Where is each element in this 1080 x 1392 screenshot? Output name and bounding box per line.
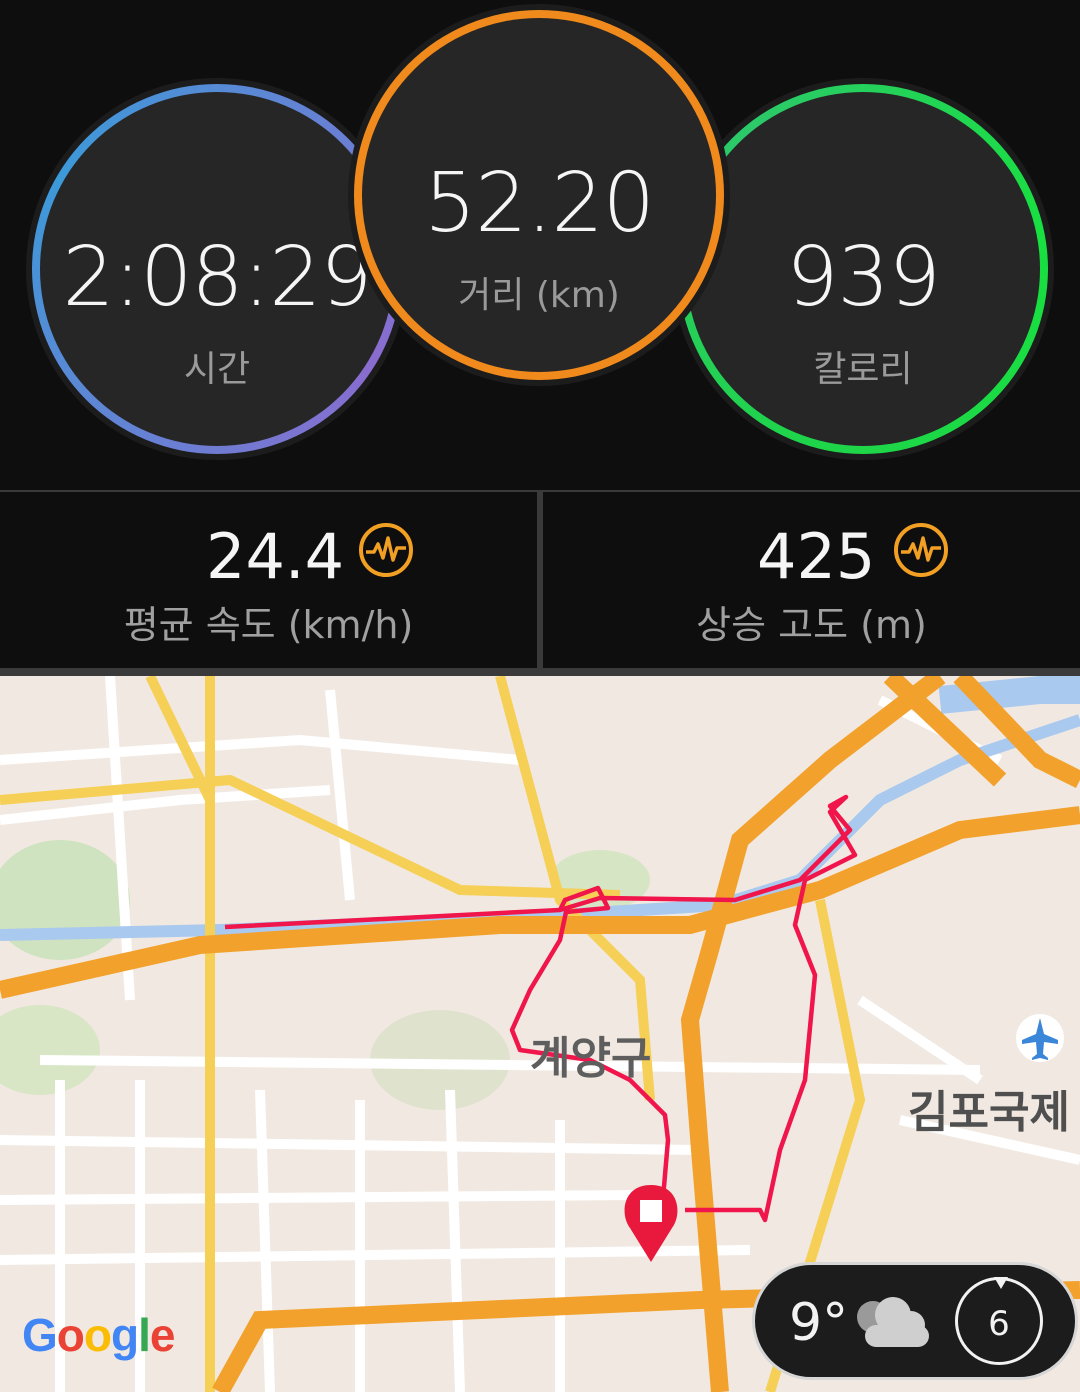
stats-row: 24.4 평균 속도 (km/h) 425 상승 고도 (m) <box>0 490 1080 670</box>
distance-label: 거리 (km) <box>458 275 620 316</box>
avg-speed-value: 24.4 <box>206 520 345 593</box>
uv-pointer-icon <box>994 1277 1008 1289</box>
map-separator <box>0 668 1080 676</box>
calories-value: 939 <box>786 230 941 325</box>
airport-icon <box>1016 1014 1064 1062</box>
airport-label: 김포국제 <box>908 1087 1070 1138</box>
google-attribution: Google <box>22 1309 175 1361</box>
temperature-value: 9° <box>789 1293 849 1353</box>
uv-index-dial: 6 <box>955 1277 1043 1365</box>
time-ring: 2:08:29 시간 <box>32 84 402 454</box>
district-label: 계양구 <box>530 1033 652 1084</box>
cloud-icon <box>857 1297 929 1347</box>
elevation-gain-stat[interactable]: 425 상승 고도 (m) <box>543 492 1080 670</box>
avg-speed-label: 평균 속도 (km/h) <box>123 603 414 647</box>
uv-index-value: 6 <box>988 1304 1010 1344</box>
calories-ring: 939 칼로리 <box>678 84 1048 454</box>
weather-widget[interactable]: 9° 6 <box>752 1262 1078 1380</box>
route-path <box>224 794 858 1223</box>
activity-summary-panel: 2:08:29 시간 939 칼로리 52.20 거리 (km) <box>0 0 1080 490</box>
avg-speed-stat[interactable]: 24.4 평균 속도 (km/h) <box>0 492 537 670</box>
distance-value: 52.20 <box>424 156 655 251</box>
distance-ring: 52.20 거리 (km) <box>354 10 724 380</box>
elevation-gain-label: 상승 고도 (m) <box>696 603 927 647</box>
calories-label: 칼로리 <box>813 349 913 390</box>
pulse-icon <box>359 523 413 577</box>
time-value: 2:08:29 <box>62 230 372 325</box>
time-label: 시간 <box>183 349 251 390</box>
pulse-icon <box>894 523 948 577</box>
elevation-gain-value: 425 <box>757 520 876 593</box>
